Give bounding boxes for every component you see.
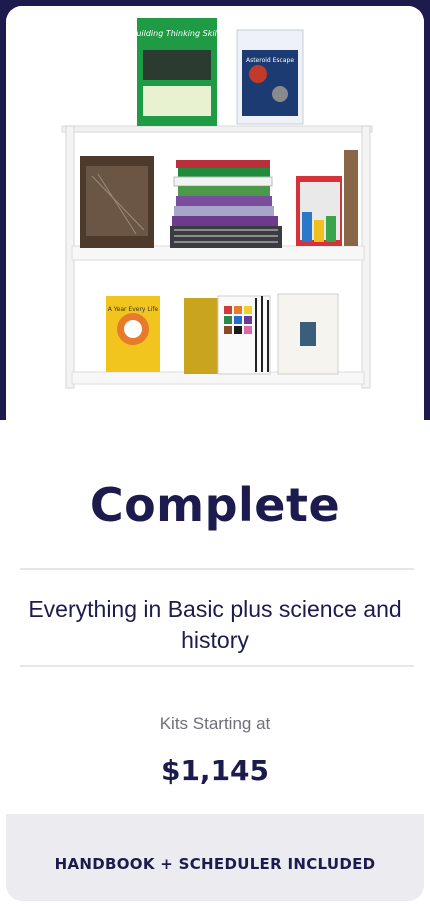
product-image: Building Thinking Skills Asteroid Escape bbox=[6, 6, 424, 426]
shelf-middle-board bbox=[71, 245, 365, 261]
year-book: A Year Every Life bbox=[106, 296, 160, 372]
footer-note: HANDBOOK + SCHEDULER INCLUDED bbox=[54, 855, 376, 873]
shelf-top-bar bbox=[61, 125, 373, 133]
asteroid-escape-game: Asteroid Escape bbox=[236, 29, 304, 125]
year-book-title: A Year Every Life bbox=[108, 306, 159, 313]
art-supplies bbox=[184, 293, 339, 375]
tall-book bbox=[344, 150, 358, 246]
book-stack bbox=[170, 160, 282, 248]
plan-footer: HANDBOOK + SCHEDULER INCLUDED bbox=[6, 814, 424, 901]
plan-card[interactable]: Building Thinking Skills Asteroid Escape bbox=[6, 6, 424, 901]
thinking-skills-book: Building Thinking Skills bbox=[131, 18, 223, 126]
plan-price: $1,145 bbox=[160, 754, 270, 787]
plan-description: Everything in Basic plus science and his… bbox=[28, 596, 402, 653]
science-book bbox=[80, 156, 154, 248]
price-label: Kits Starting at bbox=[159, 714, 271, 733]
divider-bottom bbox=[20, 665, 414, 667]
divider-top bbox=[20, 568, 414, 570]
plan-title: Complete bbox=[89, 478, 341, 532]
math-blocks bbox=[296, 176, 342, 246]
bookshelf-illustration: Building Thinking Skills Asteroid Escape bbox=[61, 18, 373, 389]
asteroid-escape-title: Asteroid Escape bbox=[246, 57, 294, 64]
thinking-skills-title: Building Thinking Skills bbox=[131, 29, 223, 38]
